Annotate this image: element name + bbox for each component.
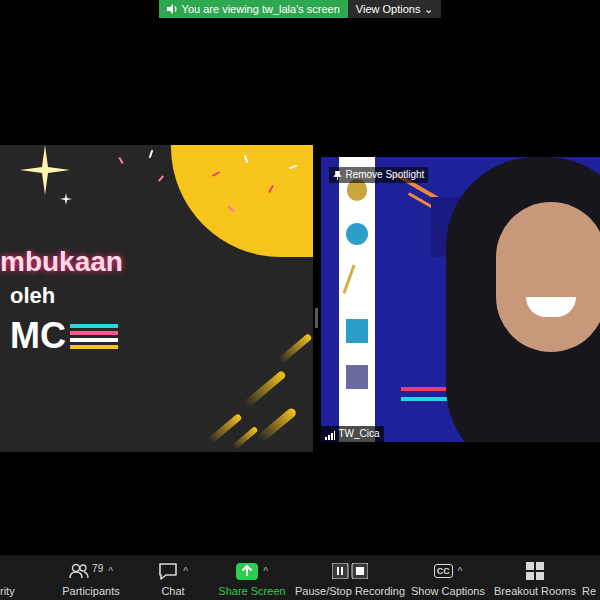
toolbar-item[interactable]: Breakout Rooms — [490, 555, 580, 598]
toolbar-label[interactable]: rity — [0, 584, 15, 598]
captions-icon[interactable]: CC — [434, 564, 453, 578]
participant-count: 79 — [92, 561, 103, 576]
stripes — [70, 324, 118, 349]
toolbar-label[interactable]: Breakout Rooms — [494, 584, 576, 598]
video-tile: Remove Spotlight TW_Cica — [321, 157, 600, 442]
toolbar-item[interactable]: rity — [0, 555, 28, 598]
chat-icon[interactable] — [158, 563, 178, 580]
pause-stop-icon[interactable] — [332, 563, 368, 579]
toolbar-item[interactable]: CC ^ Show Captions — [410, 555, 486, 598]
slide-title: mbukaan — [0, 245, 313, 279]
view-options-button[interactable]: View Options ⌄ — [348, 0, 442, 18]
toolbar-item[interactable]: ^ Share Screen — [212, 555, 292, 598]
toolbar-item[interactable]: Pause/Stop Recording — [292, 555, 408, 598]
caret-icon[interactable]: ^ — [263, 564, 268, 579]
view-options-label[interactable]: View Options — [356, 4, 421, 15]
small-sparkle-icon — [60, 193, 72, 205]
toolbar-label[interactable]: Show Captions — [411, 584, 485, 598]
toolbar-label[interactable]: Participants — [62, 584, 119, 598]
toolbar-label[interactable]: Share Screen — [218, 584, 285, 598]
yellow-blob — [171, 145, 313, 257]
toolbar-item[interactable]: 79 ^ Participants — [60, 555, 122, 598]
sparkle-icon — [20, 145, 70, 195]
viewing-indicator: You are viewing tw_lala's screen — [159, 0, 348, 18]
participant-name: TW_Cica — [338, 428, 379, 440]
toolbar-label[interactable]: Pause/Stop Recording — [295, 584, 405, 598]
meeting-toolbar: rity 79 ^ Participants ^ Chat ^ Share Screen Pau… — [0, 555, 600, 600]
shared-screen: mbukaan oleh MC — [0, 145, 313, 452]
breakout-rooms-icon[interactable] — [526, 562, 544, 580]
speaker-icon — [167, 4, 178, 14]
pin-icon[interactable] — [333, 171, 342, 180]
toolbar-item[interactable]: ^ Chat — [150, 555, 196, 598]
caret-icon[interactable]: ^ — [183, 564, 188, 579]
view-banner: You are viewing tw_lala's screen View Op… — [0, 0, 600, 18]
toolbar-label[interactable]: Re — [582, 584, 596, 598]
share-screen-icon[interactable] — [236, 563, 258, 580]
toolbar-item[interactable]: Re — [582, 555, 600, 598]
split-handle[interactable] — [315, 308, 318, 328]
toolbar-label[interactable]: Chat — [161, 584, 184, 598]
remove-spotlight-button[interactable]: Remove Spotlight — [329, 167, 428, 183]
signal-icon — [325, 431, 335, 440]
caret-icon[interactable]: ^ — [458, 564, 463, 579]
spotlight-label[interactable]: Remove Spotlight — [345, 169, 424, 181]
name-label: TW_Cica — [321, 426, 383, 442]
viewing-text: You are viewing tw_lala's screen — [182, 4, 340, 15]
caret-icon[interactable]: ^ — [108, 564, 113, 579]
slide-subtitle: oleh — [0, 283, 313, 309]
participants-icon[interactable] — [69, 563, 89, 579]
chevron-icon[interactable]: ⌄ — [424, 4, 433, 15]
slide-host: MC — [0, 315, 66, 357]
background-strip — [339, 157, 375, 442]
